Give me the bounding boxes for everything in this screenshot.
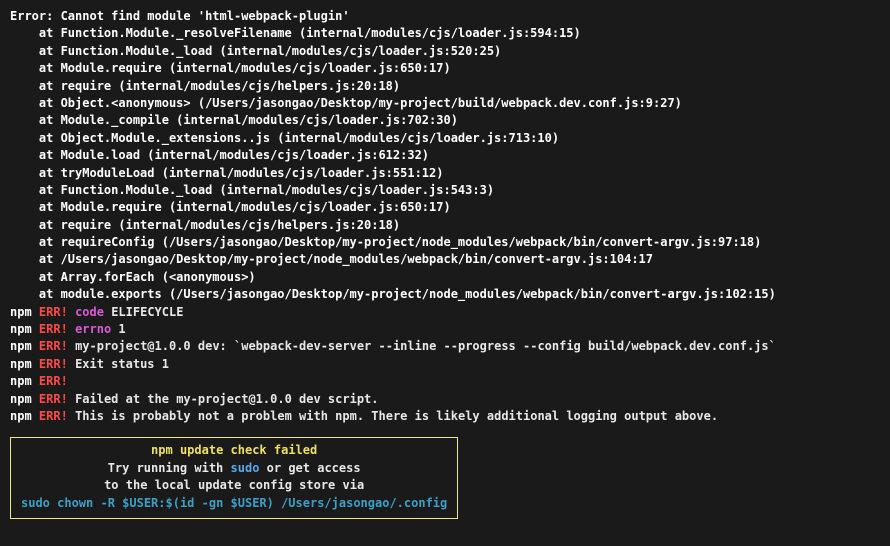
stack-frame: at Function.Module._resolveFilename (int…	[10, 25, 880, 42]
stack-frame: at Function.Module._load (internal/modul…	[10, 43, 880, 60]
npm-error-line: npm ERR! Failed at the my-project@1.0.0 …	[10, 391, 880, 408]
update-box-command: sudo chown -R $USER:$(id -gn $USER) /Use…	[21, 496, 447, 510]
sudo-keyword: sudo	[231, 461, 260, 475]
update-box-line2-pre: Try running with	[108, 461, 231, 475]
stack-frame: at require (internal/modules/cjs/helpers…	[10, 217, 880, 234]
error-header: Error: Cannot find module 'html-webpack-…	[10, 8, 880, 25]
stack-frame: at requireConfig (/Users/jasongao/Deskto…	[10, 234, 880, 251]
stack-frame: at tryModuleLoad (internal/modules/cjs/l…	[10, 165, 880, 182]
update-box-line2-post: or get access	[259, 461, 360, 475]
stack-trace-block: Error: Cannot find module 'html-webpack-…	[10, 8, 880, 304]
stack-frame: at Object.<anonymous> (/Users/jasongao/D…	[10, 95, 880, 112]
npm-error-line: npm ERR! This is probably not a problem …	[10, 408, 880, 425]
stack-frame: at require (internal/modules/cjs/helpers…	[10, 78, 880, 95]
npm-error-line: npm ERR! Exit status 1	[10, 356, 880, 373]
update-box-line3: to the local update config store via	[104, 478, 364, 492]
update-box-title: npm update check failed	[151, 443, 317, 457]
npm-update-check-box: npm update check failed Try running with…	[10, 437, 458, 519]
stack-frame: at Module.load (internal/modules/cjs/loa…	[10, 147, 880, 164]
stack-frame: at Module._compile (internal/modules/cjs…	[10, 112, 880, 129]
stack-frame: at module.exports (/Users/jasongao/Deskt…	[10, 286, 880, 303]
stack-frame: at Function.Module._load (internal/modul…	[10, 182, 880, 199]
stack-frame: at Array.forEach (<anonymous>)	[10, 269, 880, 286]
stack-frame: at /Users/jasongao/Desktop/my-project/no…	[10, 251, 880, 268]
npm-error-line: npm ERR! code ELIFECYCLE	[10, 304, 880, 321]
npm-error-line: npm ERR!	[10, 373, 880, 390]
stack-frame: at Module.require (internal/modules/cjs/…	[10, 199, 880, 216]
npm-error-line: npm ERR! errno 1	[10, 321, 880, 338]
npm-error-block: npm ERR! code ELIFECYCLEnpm ERR! errno 1…	[10, 304, 880, 426]
stack-frame: at Module.require (internal/modules/cjs/…	[10, 60, 880, 77]
stack-frame: at Object.Module._extensions..js (intern…	[10, 130, 880, 147]
npm-error-line: npm ERR! my-project@1.0.0 dev: `webpack-…	[10, 338, 880, 355]
